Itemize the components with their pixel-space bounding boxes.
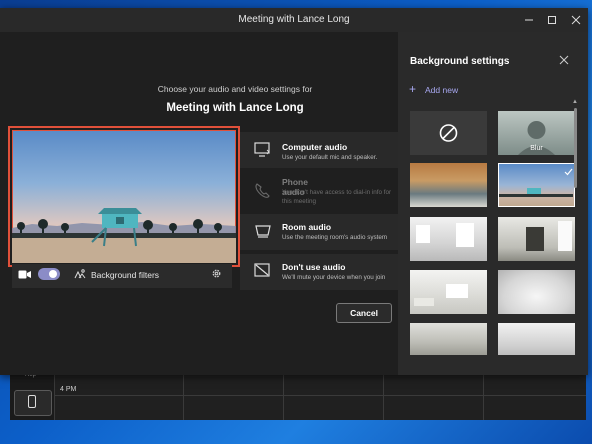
window-title: Meeting with Lance Long: [238, 14, 350, 25]
add-new-background-button[interactable]: Add new: [425, 85, 458, 95]
minimize-icon: [525, 19, 533, 21]
background-option-gallery[interactable]: [498, 323, 575, 355]
audio-option-title: Don't use audio: [282, 262, 346, 272]
no-audio-icon: [254, 263, 270, 277]
room-audio-icon: [255, 225, 271, 238]
panel-scrollbar[interactable]: [574, 108, 577, 188]
background-option-bright-room[interactable]: [410, 270, 487, 314]
hallway-thumbnail-scene: [526, 221, 572, 251]
beach-lifeguard-scene: [12, 208, 236, 263]
background-settings-title: Background settings: [410, 56, 510, 67]
minimize-button[interactable]: [518, 8, 540, 32]
camera-icon: [18, 270, 31, 279]
close-panel-button[interactable]: [558, 55, 570, 67]
audio-option-title: Room audio: [282, 222, 332, 232]
background-option-office-loft[interactable]: [410, 163, 487, 207]
blur-label: Blur: [530, 145, 543, 152]
cancel-button[interactable]: Cancel: [336, 303, 392, 323]
calendar-column-line: [183, 372, 184, 420]
background-option-loft-interior[interactable]: [410, 323, 487, 355]
audio-option-subtitle: Use your default mic and speaker.: [282, 154, 378, 161]
background-option-white-room[interactable]: [410, 217, 487, 261]
close-icon: [559, 55, 569, 65]
audio-option-subtitle-line2: this meeting: [282, 198, 316, 205]
bright-room-thumbnail-scene: [414, 284, 468, 306]
calendar-row-line: [55, 395, 586, 396]
audio-option-subtitle: Use the meeting room's audio system: [282, 234, 388, 241]
calendar-column-line: [383, 372, 384, 420]
no-background-icon: [439, 124, 458, 142]
gear-icon[interactable]: [211, 268, 222, 279]
audio-option-subtitle: You don't have access to dial-in info fo…: [282, 189, 392, 196]
computer-audio-icon: [254, 142, 270, 157]
plus-icon: +: [409, 82, 417, 96]
background-option-studio[interactable]: [498, 270, 575, 314]
close-icon: [571, 15, 581, 25]
camera-toggle-knob: [49, 270, 57, 278]
selected-check-icon: [564, 168, 573, 176]
room-thumbnail-scene: [416, 223, 474, 247]
scroll-up-arrow-icon[interactable]: ▲: [572, 99, 578, 105]
background-filters-icon: [74, 269, 86, 279]
calendar-column-line: [283, 372, 284, 420]
background-option-hallway[interactable]: [498, 217, 575, 261]
beach-thumbnail-scene: [499, 188, 573, 197]
phone-audio-icon: [255, 183, 270, 198]
audio-option-subtitle: We'll mute your device when you join: [282, 274, 386, 281]
maximize-button[interactable]: [541, 8, 563, 32]
close-window-button[interactable]: [565, 8, 587, 32]
calendar-column-line: [483, 372, 484, 420]
maximize-icon: [548, 16, 556, 24]
audio-option-title: Computer audio: [282, 142, 348, 152]
calendar-time-label: 4 PM: [60, 386, 77, 393]
background-filters-button[interactable]: Background filters: [91, 270, 159, 280]
background-none-option[interactable]: [410, 111, 487, 155]
phone-device-icon: [28, 395, 36, 408]
